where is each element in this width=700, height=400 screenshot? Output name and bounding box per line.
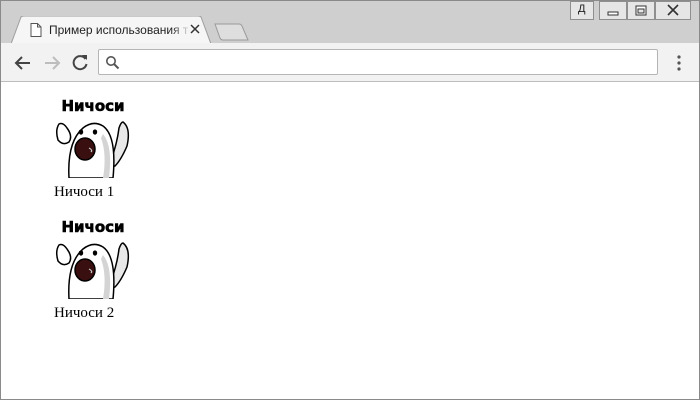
search-icon	[106, 56, 120, 70]
forward-arrow-icon[interactable]	[41, 52, 63, 74]
browser-window: Пример использования тег Д Ничоси Ничоси…	[0, 0, 700, 400]
title-bar: Пример использования тег Д	[1, 1, 699, 44]
reload-icon[interactable]	[69, 52, 91, 74]
tab-title: Пример использования тег	[49, 23, 189, 37]
sticker-text: Ничоси	[61, 97, 124, 115]
maximize-icon	[635, 5, 647, 16]
ghost-sticker-image: Ничоси	[55, 218, 130, 299]
sticker-figure-1: Ничоси Ничоси 1	[51, 94, 133, 200]
address-bar[interactable]	[98, 49, 658, 75]
close-window-button[interactable]	[655, 1, 691, 20]
sticker-text: Ничоси	[61, 218, 124, 236]
new-tab-button[interactable]	[213, 23, 251, 41]
profile-button[interactable]: Д	[570, 1, 594, 20]
profile-badge: Д	[578, 3, 586, 15]
ghost-sticker-image: Ничоси	[55, 97, 130, 178]
page-content: Ничоси Ничоси 1 Ничоси Ничоси 2	[1, 82, 699, 399]
minimize-button[interactable]	[599, 1, 627, 20]
sticker-figure-2: Ничоси Ничоси 2	[51, 215, 133, 321]
maximize-button[interactable]	[627, 1, 655, 20]
back-arrow-icon[interactable]	[12, 52, 34, 74]
address-input[interactable]	[127, 53, 651, 73]
sticker-caption: Ничоси 2	[54, 305, 115, 321]
toolbar	[1, 43, 699, 82]
menu-dots-icon[interactable]	[669, 52, 689, 74]
close-icon[interactable]	[188, 22, 202, 36]
minimize-icon	[607, 11, 619, 16]
document-icon	[30, 23, 42, 37]
close-window-icon	[667, 4, 679, 16]
sticker-caption: Ничоси 1	[54, 184, 115, 200]
tab-active[interactable]: Пример использования тег	[11, 16, 211, 44]
